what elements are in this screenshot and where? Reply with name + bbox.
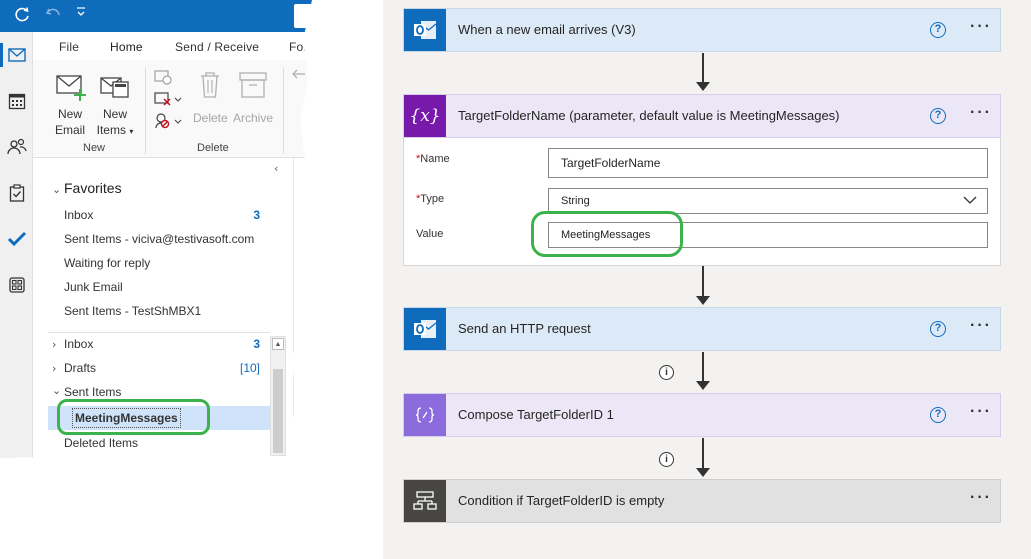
compose-card[interactable]: Compose TargetFolderID 1 ? ··· xyxy=(403,393,1001,437)
outlook-icon xyxy=(404,9,446,51)
more-options-icon[interactable]: ··· xyxy=(970,104,992,122)
connector-line xyxy=(702,352,704,382)
help-icon[interactable]: ? xyxy=(930,22,946,38)
variable-title: TargetFolderName (parameter, default val… xyxy=(458,108,840,123)
chevron-down-icon xyxy=(963,196,977,204)
variable-body: *Name TargetFolderName *Type String Valu… xyxy=(403,138,1001,266)
value-field[interactable]: MeetingMessages xyxy=(548,222,988,248)
trigger-card[interactable]: When a new email arrives (V3) ? ··· xyxy=(403,8,1001,52)
variable-icon-text: {x} xyxy=(409,106,441,126)
help-icon[interactable]: ? xyxy=(930,407,946,423)
screenshot-root: File Home Send / Receive Fold New Email … xyxy=(0,0,1031,559)
condition-title: Condition if TargetFolderID is empty xyxy=(458,493,665,508)
name-label: *Name xyxy=(416,153,450,165)
more-options-icon[interactable]: ··· xyxy=(970,317,992,335)
condition-card[interactable]: Condition if TargetFolderID is empty ··· xyxy=(403,479,1001,523)
outlook-window: File Home Send / Receive Fold New Email … xyxy=(0,0,312,480)
name-field[interactable]: TargetFolderName xyxy=(548,148,988,178)
info-icon[interactable]: i xyxy=(659,452,674,467)
trigger-title: When a new email arrives (V3) xyxy=(458,22,636,37)
info-icon[interactable]: i xyxy=(659,365,674,380)
condition-icon xyxy=(404,480,446,522)
http-request-card[interactable]: Send an HTTP request ? ··· xyxy=(403,307,1001,351)
arrow-down-icon xyxy=(696,296,710,305)
arrow-down-icon xyxy=(696,82,710,91)
http-title: Send an HTTP request xyxy=(458,321,591,336)
variable-card[interactable]: {x} TargetFolderName (parameter, default… xyxy=(403,94,1001,138)
connector-line xyxy=(702,438,704,469)
connector-line xyxy=(702,266,704,297)
type-select[interactable]: String xyxy=(548,188,988,214)
torn-edge-decoration xyxy=(0,0,312,480)
more-options-icon[interactable]: ··· xyxy=(970,18,992,36)
more-options-icon[interactable]: ··· xyxy=(970,489,992,507)
type-select-value: String xyxy=(561,195,590,207)
connector-line xyxy=(702,53,704,83)
compose-title: Compose TargetFolderID 1 xyxy=(458,407,614,422)
arrow-down-icon xyxy=(696,468,710,477)
outlook-icon xyxy=(404,308,446,350)
variable-icon: {x} xyxy=(404,95,446,137)
more-options-icon[interactable]: ··· xyxy=(970,403,992,421)
arrow-down-icon xyxy=(696,381,710,390)
flow-designer: When a new email arrives (V3) ? ··· {x} … xyxy=(383,0,1031,559)
help-icon[interactable]: ? xyxy=(930,321,946,337)
help-icon[interactable]: ? xyxy=(930,108,946,124)
compose-icon xyxy=(404,394,446,436)
type-label: *Type xyxy=(416,193,445,205)
value-label: Value xyxy=(416,228,444,240)
